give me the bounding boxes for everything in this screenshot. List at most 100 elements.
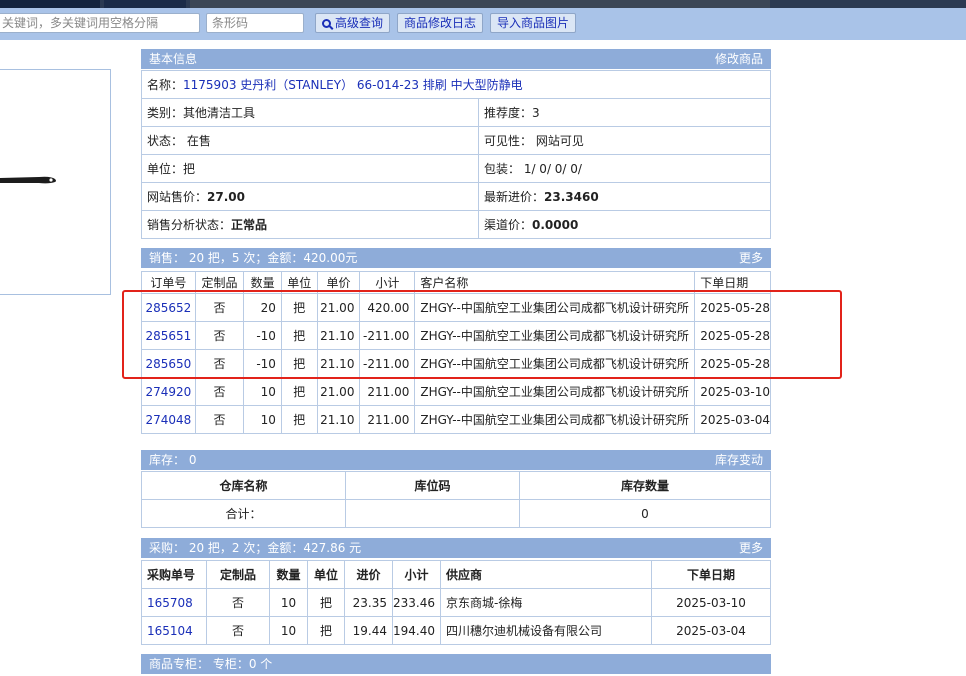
col-unit: 单位 [307,560,345,589]
col-customer: 客户名称 [414,271,696,294]
col-subtotal: 小计 [392,560,441,589]
latest-cost-cell: 最新进价：23.3460 [478,182,771,211]
date-cell: 2025-03-04 [651,616,771,645]
stock-header: 库存： 0 库存变动 [141,450,771,470]
supplier-cell: 京东商城-徐梅 [440,588,652,617]
stock-total-location [345,499,520,528]
table-row: 285650 否 -10 把 21.10 -211.00 ZHGY--中国航空工业集团公司成… [141,349,771,378]
product-name-link[interactable]: 1175903 史丹利（STANLEY） 66-014-23 排刷 中大型防静电 [183,78,523,92]
edit-product-link[interactable]: 修改商品 [715,49,763,69]
top-strip [0,0,966,8]
purchase-more-link[interactable]: 更多 [739,538,763,558]
category-cell: 类别：其他清洁工具 [141,98,479,127]
col-location-code: 库位码 [345,471,520,500]
stock-summary: 库存： 0 [149,453,197,467]
package-cell: 包装： 1/ 0/ 0/ 0/ [478,154,771,183]
table-row: 165104 否 10 把 19.44 194.40 四川穗尔迪机械设备有限公司 2025-0… [141,616,771,645]
qty-cell: -10 [243,321,282,350]
qty-cell: 10 [269,616,308,645]
unit-cell: 把 [280,405,318,434]
qty-cell: -10 [243,349,282,378]
date-cell: 2025-03-10 [694,377,771,406]
date-cell: 2025-03-10 [651,588,771,617]
price-cell: 21.00 [316,377,361,406]
customer-cell: ZHGY--中国航空工业集团公司成都飞机设计研究所 [414,293,696,322]
channel-price-cell: 渠道价：0.0000 [478,210,771,239]
col-po-no: 采购单号 [141,560,207,589]
custom-cell: 否 [206,616,270,645]
latest-cost-value: 23.3460 [544,190,599,204]
table-row: 285652 否 20 把 21.00 420.00 ZHGY--中国航空工业集团公司成都飞… [141,293,771,322]
customer-cell: ZHGY--中国航空工业集团公司成都飞机设计研究所 [414,405,696,434]
customer-cell: ZHGY--中国航空工业集团公司成都飞机设计研究所 [414,349,696,378]
order-link[interactable]: 274048 [141,405,196,434]
status-cell: 状态： 在售 [141,126,479,155]
unit-cell: 把 [307,616,345,645]
order-link[interactable]: 285650 [141,349,196,378]
col-custom: 定制品 [206,560,270,589]
order-link[interactable]: 274920 [141,377,196,406]
basic-info-table: 名称：1175903 史丹利（STANLEY） 66-014-23 排刷 中大型… [141,70,771,239]
basic-info-title: 基本信息 [149,52,198,66]
keyword-search-input[interactable]: 关键词，多关键词用空格分隔 [0,13,200,33]
custom-cell: 否 [194,321,245,350]
stock-table: 仓库名称 库位码 库存数量 合计： 0 [141,471,771,528]
stock-total-value: 0 [519,499,771,528]
col-subtotal: 小计 [359,271,416,294]
order-link[interactable]: 285652 [141,293,196,322]
sales-table: 订单号 定制品 数量 单位 单价 小计 客户名称 下单日期 285652 否 20 把… [141,271,771,434]
purchase-table: 采购单号 定制品 数量 单位 进价 小计 供应商 下单日期 165708 否 10 把… [141,560,771,645]
col-custom: 定制品 [194,271,245,294]
counter-summary: 商品专柜： 专柜：0 个 [149,657,273,671]
col-unit: 单位 [280,271,318,294]
po-link[interactable]: 165708 [141,588,207,617]
qty-cell: 20 [243,293,282,322]
site-price-cell: 网站售价：27.00 [141,182,479,211]
order-link[interactable]: 285651 [141,321,196,350]
barcode-input[interactable]: 条形码 [206,13,304,33]
date-cell: 2025-03-04 [694,405,771,434]
price-cell: 21.10 [316,349,361,378]
date-cell: 2025-05-28 [694,349,771,378]
site-price-label: 网站售价： [147,190,208,204]
product-image[interactable] [0,69,111,295]
date-cell: 2025-05-28 [694,293,771,322]
col-supplier: 供应商 [440,560,652,589]
stock-change-link[interactable]: 库存变动 [715,450,763,470]
po-link[interactable]: 165104 [141,616,207,645]
sales-more-link[interactable]: 更多 [739,248,763,268]
product-modlog-button[interactable]: 商品修改日志 [397,13,484,33]
price-cell: 21.10 [316,405,361,434]
search-toolbar: 关键词，多关键词用空格分隔 条形码 高级查询 商品修改日志 导入商品图片 [0,8,966,40]
sales-status-cell: 销售分析状态：正常品 [141,210,479,239]
advanced-search-button[interactable]: 高级查询 [315,13,391,33]
product-name-cell: 名称：1175903 史丹利（STANLEY） 66-014-23 排刷 中大型… [141,70,771,99]
customer-cell: ZHGY--中国航空工业集团公司成都飞机设计研究所 [414,321,696,350]
col-qty: 数量 [269,560,308,589]
sales-status-value: 正常品 [231,218,268,232]
custom-cell: 否 [194,293,245,322]
custom-cell: 否 [194,405,245,434]
unit-cell: 把 [280,349,318,378]
purchase-header: 采购： 20 把，2 次；金额：427.86 元 更多 [141,538,771,558]
qty-cell: 10 [269,588,308,617]
channel-price-label: 渠道价： [484,218,533,232]
table-row: 285651 否 -10 把 21.10 -211.00 ZHGY--中国航空工业集团公司成… [141,321,771,350]
unit-cell: 单位：把 [141,154,479,183]
site-price-value: 27.00 [207,190,245,204]
import-images-button[interactable]: 导入商品图片 [490,13,577,33]
qty-cell: 10 [243,405,282,434]
sales-summary: 销售： 20 把，5 次；金额：420.00元 [149,251,358,265]
col-warehouse: 仓库名称 [141,471,346,500]
cost-cell: 19.44 [344,616,393,645]
search-icon [322,19,331,28]
unit-cell: 把 [280,321,318,350]
purchase-summary: 采购： 20 把，2 次；金额：427.86 元 [149,541,362,555]
basic-info-header: 基本信息 修改商品 [141,49,771,69]
subtotal-cell: 211.00 [359,377,416,406]
table-row: 274048 否 10 把 21.10 211.00 ZHGY--中国航空工业集团公司成都飞… [141,405,771,434]
col-order-date: 下单日期 [694,271,771,294]
subtotal-cell: 233.46 [392,588,441,617]
custom-cell: 否 [194,377,245,406]
price-cell: 21.10 [316,321,361,350]
